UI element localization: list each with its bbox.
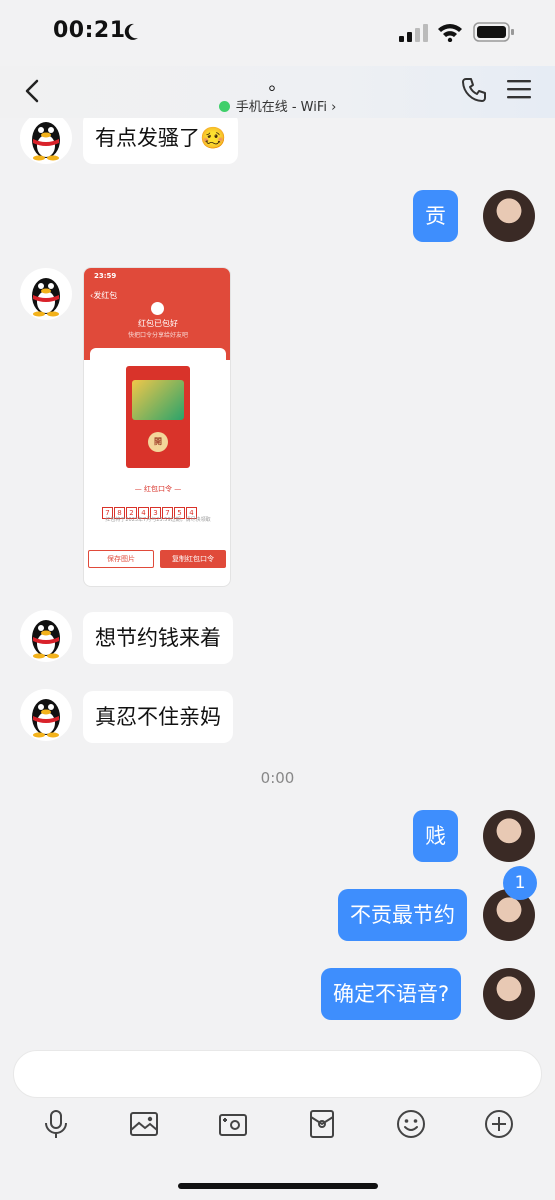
signal-icon bbox=[399, 24, 428, 42]
image-subtitle: 快把口令分享给好友吧 bbox=[127, 332, 188, 339]
input-area bbox=[0, 1040, 555, 1200]
status-time: 00:21 bbox=[53, 18, 126, 43]
moon-icon bbox=[124, 23, 138, 40]
chat-header: 。 手机在线 - WiFi › bbox=[0, 66, 555, 118]
penguin-icon bbox=[32, 122, 60, 161]
envelope-art bbox=[132, 380, 184, 420]
message-list[interactable]: 有点发骚了🥴 贡 23:59 ‹发红包 红包已包好 快把口令分享给好友吧 開 —… bbox=[0, 118, 555, 1040]
message-bubble[interactable]: 想节约钱来着 bbox=[83, 612, 233, 664]
my-avatar[interactable] bbox=[483, 810, 535, 862]
message-timestamp: 0:00 bbox=[260, 769, 295, 787]
status-bar: 00:21 bbox=[0, 0, 555, 66]
phone-icon[interactable] bbox=[460, 76, 488, 104]
code-label: — 红包口令 — bbox=[134, 485, 182, 493]
camera-icon[interactable] bbox=[217, 1108, 249, 1140]
message-bubble[interactable]: 贡 bbox=[413, 190, 458, 242]
message-bubble[interactable]: 真忍不住亲妈 bbox=[83, 691, 233, 743]
image-message[interactable]: 23:59 ‹发红包 红包已包好 快把口令分享给好友吧 開 — 红包口令 — 7… bbox=[83, 267, 231, 587]
contact-avatar[interactable] bbox=[20, 610, 72, 662]
contact-avatar[interactable] bbox=[20, 118, 72, 164]
image-buttons: 保存图片 复制红包口令 bbox=[88, 550, 228, 570]
message-bubble[interactable]: 有点发骚了🥴 bbox=[83, 118, 239, 164]
image-icon[interactable] bbox=[128, 1108, 160, 1140]
copy-code-label: 复制红包口令 bbox=[160, 550, 226, 568]
save-image-label: 保存图片 bbox=[88, 550, 154, 568]
image-body: 開 — 红包口令 — 78243754 红包将于2023年7月与23:59过期，… bbox=[90, 348, 226, 538]
image-title: 红包已包好 bbox=[138, 319, 178, 328]
penguin-icon bbox=[32, 699, 60, 738]
contact-avatar[interactable] bbox=[20, 268, 72, 320]
message-input[interactable] bbox=[13, 1050, 542, 1098]
contact-avatar[interactable] bbox=[20, 689, 72, 741]
check-icon bbox=[151, 302, 164, 315]
message-bubble[interactable]: 不贡最节约 bbox=[338, 889, 467, 941]
home-indicator[interactable] bbox=[178, 1183, 378, 1189]
emoji-icon[interactable] bbox=[395, 1108, 427, 1140]
online-status-text: 手机在线 - WiFi › bbox=[235, 100, 337, 115]
envelope-seal: 開 bbox=[148, 432, 168, 452]
image-back-label: ‹发红包 bbox=[90, 291, 118, 300]
battery-icon bbox=[473, 22, 514, 42]
penguin-icon bbox=[32, 620, 60, 659]
penguin-icon bbox=[32, 278, 60, 317]
image-time: 23:59 bbox=[94, 272, 117, 280]
image-header: 23:59 ‹发红包 红包已包好 快把口令分享给好友吧 bbox=[84, 268, 230, 360]
my-avatar[interactable] bbox=[483, 968, 535, 1020]
message-bubble[interactable]: 确定不语音? bbox=[321, 968, 462, 1020]
wifi-icon bbox=[438, 24, 462, 42]
code-note: 红包将于2023年7月与23:59过期，请尽快领取 bbox=[105, 517, 211, 523]
mic-icon[interactable] bbox=[40, 1108, 72, 1140]
my-avatar[interactable] bbox=[483, 190, 535, 242]
plus-icon[interactable] bbox=[483, 1108, 515, 1140]
message-bubble[interactable]: 贱 bbox=[413, 810, 458, 862]
red-envelope-icon: 開 bbox=[126, 366, 190, 468]
unread-badge[interactable]: 1 bbox=[503, 866, 537, 900]
online-dot-icon bbox=[218, 101, 230, 112]
red-packet-icon[interactable] bbox=[306, 1108, 338, 1140]
menu-icon[interactable] bbox=[506, 78, 532, 100]
